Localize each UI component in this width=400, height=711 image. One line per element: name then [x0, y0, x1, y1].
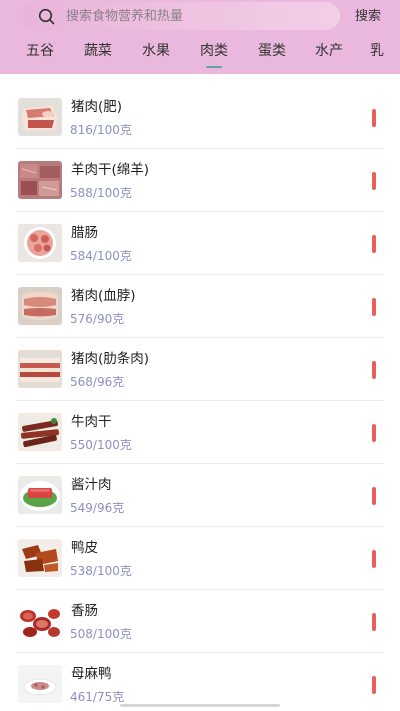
- header: 搜索 五谷 蔬菜 水果 肉类 蛋类 水产 乳: [0, 0, 400, 74]
- food-name: 腊肠: [71, 225, 98, 241]
- calorie-indicator: [372, 361, 376, 379]
- list-item[interactable]: 腊肠 584/100克: [0, 212, 400, 275]
- calorie-indicator: [372, 487, 376, 505]
- beef-jerky-image: [18, 413, 62, 451]
- list-item[interactable]: 母麻鸭 461/75克: [0, 653, 400, 711]
- duck-skin-image: [18, 539, 62, 577]
- sausage-image: [18, 602, 62, 640]
- tab-vegetables[interactable]: 蔬菜: [78, 42, 118, 68]
- food-calories: 816/100克: [70, 123, 132, 137]
- chinese-sausage-image: [18, 224, 62, 262]
- tab-label: 肉类: [200, 43, 228, 59]
- tab-label: 乳: [370, 43, 384, 59]
- food-calories: 588/100克: [70, 186, 132, 200]
- tab-label: 水果: [142, 43, 170, 59]
- food-calories: 549/96克: [70, 501, 125, 515]
- food-calories: 584/100克: [70, 249, 132, 263]
- calorie-indicator: [372, 613, 376, 631]
- food-name: 鸭皮: [71, 540, 98, 556]
- duck-image: [18, 665, 62, 703]
- list-item[interactable]: 羊肉干(绵羊) 588/100克: [0, 149, 400, 212]
- calorie-indicator: [372, 550, 376, 568]
- sauce-meat-image: [18, 476, 62, 514]
- tab-grains[interactable]: 五谷: [20, 42, 60, 68]
- food-calories: 576/90克: [70, 312, 125, 326]
- tab-dairy[interactable]: 乳: [364, 42, 394, 68]
- list-item[interactable]: 猪肉(肥) 816/100克: [0, 86, 400, 149]
- list-item[interactable]: 鸭皮 538/100克: [0, 527, 400, 590]
- food-calories: 538/100克: [70, 564, 132, 578]
- food-calories: 568/96克: [70, 375, 125, 389]
- calorie-indicator: [372, 676, 376, 694]
- food-name: 酱汁肉: [71, 477, 112, 493]
- pork-rib-image: [18, 350, 62, 388]
- list-item[interactable]: 香肠 508/100克: [0, 590, 400, 653]
- tab-label: 水产: [315, 43, 343, 59]
- list-item[interactable]: 猪肉(肋条肉) 568/96克: [0, 338, 400, 401]
- tab-eggs[interactable]: 蛋类: [252, 42, 292, 68]
- category-tabs: 五谷 蔬菜 水果 肉类 蛋类 水产 乳: [0, 38, 400, 74]
- pork-fat-image: [18, 98, 62, 136]
- calorie-indicator: [372, 424, 376, 442]
- food-calories: 461/75克: [70, 690, 125, 704]
- pork-neck-image: [18, 287, 62, 325]
- search-button[interactable]: 搜索: [348, 7, 388, 27]
- food-name: 羊肉干(绵羊): [71, 162, 150, 178]
- food-name: 猪肉(血脖): [71, 288, 136, 304]
- tab-label: 五谷: [26, 43, 54, 59]
- tab-fruits[interactable]: 水果: [136, 42, 176, 68]
- food-calories: 508/100克: [70, 627, 132, 641]
- food-calories: 550/100克: [70, 438, 132, 452]
- calorie-indicator: [372, 298, 376, 316]
- food-name: 母麻鸭: [71, 666, 112, 682]
- tab-meat[interactable]: 肉类: [194, 42, 234, 68]
- food-name: 猪肉(肥): [71, 99, 123, 115]
- tab-label: 蛋类: [258, 43, 286, 59]
- search-bar: 搜索: [0, 0, 400, 34]
- list-item[interactable]: 猪肉(血脖) 576/90克: [0, 275, 400, 338]
- search-icon[interactable]: [38, 8, 56, 26]
- active-tab-indicator: [206, 66, 222, 68]
- dried-mutton-image: [18, 161, 62, 199]
- calorie-indicator: [372, 235, 376, 253]
- list-item[interactable]: 酱汁肉 549/96克: [0, 464, 400, 527]
- search-input[interactable]: [66, 4, 326, 28]
- list-item[interactable]: 牛肉干 550/100克: [0, 401, 400, 464]
- food-name: 猪肉(肋条肉): [71, 351, 150, 367]
- calorie-indicator: [372, 172, 376, 190]
- food-name: 香肠: [71, 603, 98, 619]
- calorie-indicator: [372, 109, 376, 127]
- tab-label: 蔬菜: [84, 43, 112, 59]
- food-name: 牛肉干: [71, 414, 112, 430]
- home-indicator: [120, 704, 280, 707]
- tab-seafood[interactable]: 水产: [309, 42, 349, 68]
